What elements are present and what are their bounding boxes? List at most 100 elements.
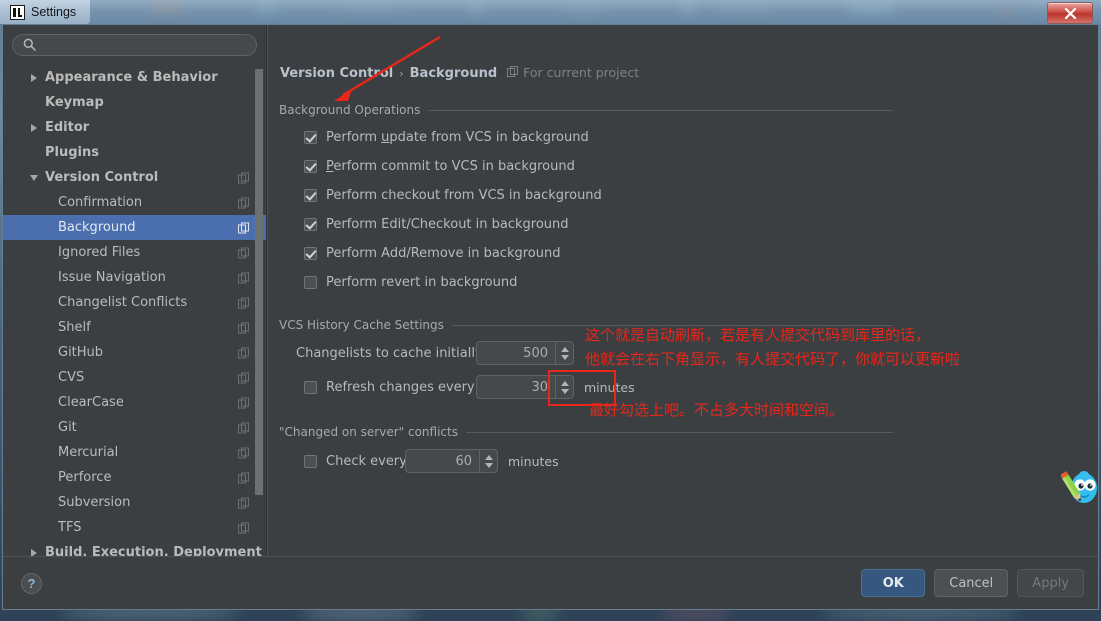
copy-project-icon[interactable] [238, 218, 249, 237]
titlebar-app-chip: Settings [0, 0, 91, 24]
stepper-up-icon[interactable] [484, 454, 493, 460]
sidebar-item-label: Build, Execution, Deployment [45, 545, 262, 556]
sidebar-item-confirmation[interactable]: Confirmation [3, 190, 266, 215]
help-question-icon[interactable]: ? [21, 572, 42, 594]
breadcrumb-scope: For current project [507, 65, 639, 80]
settings-sidebar: Appearance & Behavior Keymap Editor Plugins… [3, 25, 267, 556]
background-operation-checkbox-1[interactable]: Perform commit to VCS in background [304, 159, 575, 174]
sidebar-item-keymap[interactable]: Keymap [3, 90, 266, 115]
copy-project-icon[interactable] [238, 243, 249, 262]
sidebar-item-subversion[interactable]: Subversion [3, 490, 266, 515]
search-box[interactable] [12, 34, 257, 56]
sidebar-item-label: Editor [45, 120, 90, 135]
stepper-down-icon[interactable] [560, 354, 569, 360]
sidebar-item-label: CVS [58, 370, 85, 385]
sidebar-item-label: ClearCase [58, 395, 124, 410]
sidebar-item-plugins[interactable]: Plugins [3, 140, 266, 165]
sidebar-search-wrap [3, 25, 266, 56]
checkbox-box[interactable] [304, 455, 317, 468]
stepper-buttons[interactable] [555, 342, 573, 364]
refresh-changes-every-checkbox[interactable]: Refresh changes every [304, 380, 475, 395]
sidebar-item-ignored-files[interactable]: Ignored Files [3, 240, 266, 265]
sidebar-scrollbar-thumb[interactable] [255, 69, 263, 495]
breadcrumb-scope-label: For current project [523, 65, 640, 80]
check-interval-stepper[interactable]: 60 [405, 449, 498, 473]
sidebar-item-label: Shelf [58, 320, 91, 335]
sidebar-item-changelist-conflicts[interactable]: Changelist Conflicts [3, 290, 266, 315]
sidebar-item-github[interactable]: GitHub [3, 340, 266, 365]
background-operation-checkbox-3[interactable]: Perform Edit/Checkout in background [304, 217, 569, 232]
sidebar-scrollbar[interactable] [255, 25, 264, 556]
sidebar-item-mercurial[interactable]: Mercurial [3, 440, 266, 465]
cancel-button[interactable]: Cancel [934, 569, 1009, 597]
check-interval-value[interactable]: 60 [406, 450, 479, 472]
stepper-up-icon[interactable] [560, 346, 569, 352]
sidebar-item-background[interactable]: Background [3, 215, 266, 240]
copy-project-icon[interactable] [238, 493, 249, 512]
checkbox-box[interactable] [304, 131, 317, 144]
checkbox-box[interactable] [304, 276, 317, 289]
sidebar-item-clearcase[interactable]: ClearCase [3, 390, 266, 415]
settings-tree: Appearance & Behavior Keymap Editor Plugins… [3, 65, 266, 540]
sidebar-item-label: Changelist Conflicts [58, 295, 188, 310]
changelists-to-cache-label: Changelists to cache initially: [296, 346, 487, 361]
close-icon[interactable] [1047, 2, 1093, 24]
background-operation-checkbox-5[interactable]: Perform revert in background [304, 275, 517, 290]
copy-project-icon[interactable] [238, 393, 249, 412]
checkbox-box[interactable] [304, 218, 317, 231]
sidebar-item-cvs[interactable]: CVS [3, 365, 266, 390]
stepper-buttons[interactable] [479, 450, 497, 472]
copy-project-icon[interactable] [238, 168, 249, 187]
label-prefix: Perform checkout from VCS in background [326, 188, 602, 203]
copy-project-icon[interactable] [238, 318, 249, 337]
breadcrumb-parent[interactable]: Version Control [280, 66, 393, 81]
sidebar-item-appearance-behavior[interactable]: Appearance & Behavior [3, 65, 266, 90]
sidebar-clipped-row[interactable]: Build, Execution, Deployment [3, 540, 266, 556]
chevron-right-icon[interactable] [23, 73, 45, 82]
background-operation-checkbox-2[interactable]: Perform checkout from VCS in background [304, 188, 602, 203]
settings-window: Settings Appearance & Behavior Keymap Ed… [0, 0, 1101, 612]
background-operation-label: Perform update from VCS in background [326, 130, 589, 145]
background-operation-checkbox-0[interactable]: Perform update from VCS in background [304, 130, 589, 145]
sidebar-item-label: Keymap [45, 95, 104, 110]
copy-project-icon[interactable] [238, 343, 249, 362]
stepper-down-icon[interactable] [484, 462, 493, 468]
copy-project-icon[interactable] [238, 468, 249, 487]
copy-project-icon[interactable] [238, 268, 249, 287]
sidebar-item-perforce[interactable]: Perforce [3, 465, 266, 490]
check-every-label: Check every [326, 454, 407, 469]
sidebar-item-version-control[interactable]: Version Control [3, 165, 266, 190]
sidebar-item-shelf[interactable]: Shelf [3, 315, 266, 340]
copy-project-icon[interactable] [238, 193, 249, 212]
copy-project-icon[interactable] [238, 293, 249, 312]
checkbox-box[interactable] [304, 189, 317, 202]
sidebar-item-issue-navigation[interactable]: Issue Navigation [3, 265, 266, 290]
copy-project-icon[interactable] [238, 443, 249, 462]
refresh-interval-value[interactable]: 30 [477, 376, 555, 398]
checkbox-box[interactable] [304, 381, 317, 394]
sidebar-item-editor[interactable]: Editor [3, 115, 266, 140]
blue-mascot-with-pencil-icon [1060, 468, 1097, 512]
copy-project-icon[interactable] [238, 418, 249, 437]
changelists-to-cache-value[interactable]: 500 [477, 342, 555, 364]
group-background-operations: Background Operations [279, 103, 893, 117]
sidebar-item-git[interactable]: Git [3, 415, 266, 440]
copy-project-icon[interactable] [238, 518, 249, 537]
refresh-changes-every-label: Refresh changes every [326, 380, 475, 395]
search-input[interactable] [42, 38, 246, 52]
chevron-right-icon[interactable] [23, 123, 45, 132]
label-prefix: Perform Add/Remove in background [326, 246, 561, 261]
checkbox-box[interactable] [304, 160, 317, 173]
background-operation-checkbox-4[interactable]: Perform Add/Remove in background [304, 246, 560, 261]
sidebar-item-label: Plugins [45, 145, 99, 160]
apply-button[interactable]: Apply [1017, 569, 1084, 597]
sidebar-item-tfs[interactable]: TFS [3, 515, 266, 540]
changelists-to-cache-stepper[interactable]: 500 [476, 341, 574, 365]
checkbox-box[interactable] [304, 247, 317, 260]
check-every-checkbox[interactable]: Check every [304, 454, 407, 469]
sidebar-item-label: Mercurial [58, 445, 119, 460]
chevron-down-icon[interactable] [23, 174, 45, 181]
copy-project-icon[interactable] [238, 368, 249, 387]
ok-button[interactable]: OK [861, 569, 926, 597]
sidebar-item-label: Subversion [58, 495, 131, 510]
